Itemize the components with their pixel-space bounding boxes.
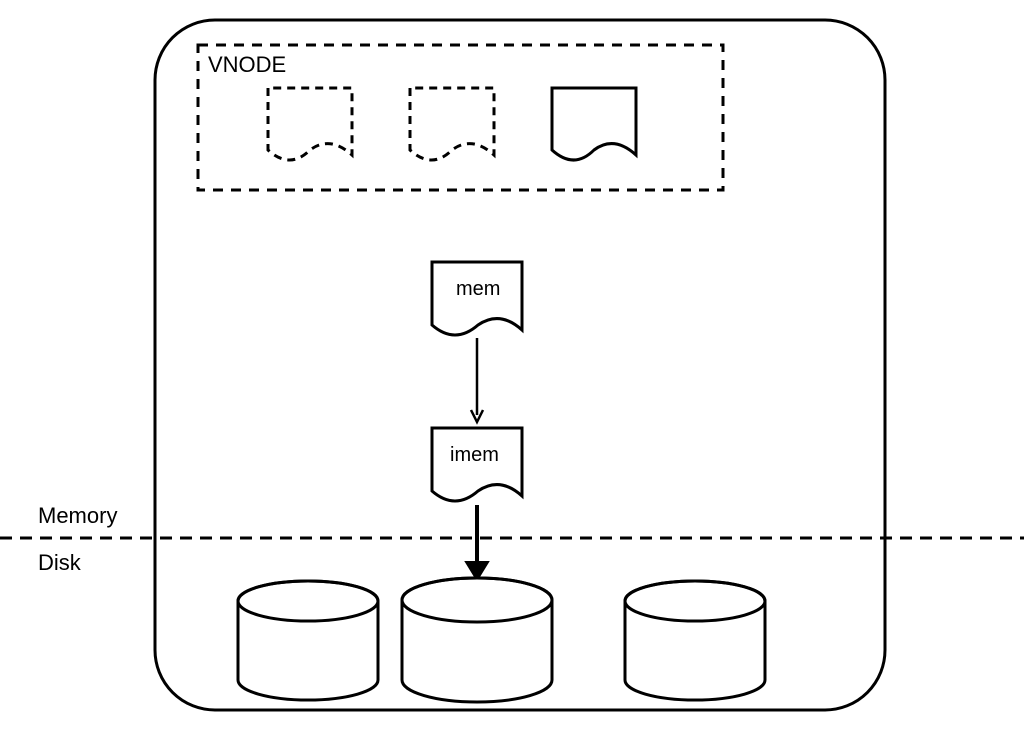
disk-cylinder-3 <box>625 581 765 700</box>
memory-label: Memory <box>38 503 117 529</box>
disk-cylinder-2 <box>402 578 552 702</box>
note-shape-solid <box>552 88 636 160</box>
disk-cylinder-1 <box>238 581 378 700</box>
mem-label: mem <box>456 278 500 301</box>
imem-label: imem <box>450 444 499 467</box>
note-shape-dashed-1 <box>268 88 352 160</box>
note-shape-dashed-2 <box>410 88 494 160</box>
vnode-label: VNODE <box>208 52 286 78</box>
vnode-diagram: VNODE mem imem Memory Disk <box>0 0 1024 742</box>
disk-label: Disk <box>38 550 81 576</box>
